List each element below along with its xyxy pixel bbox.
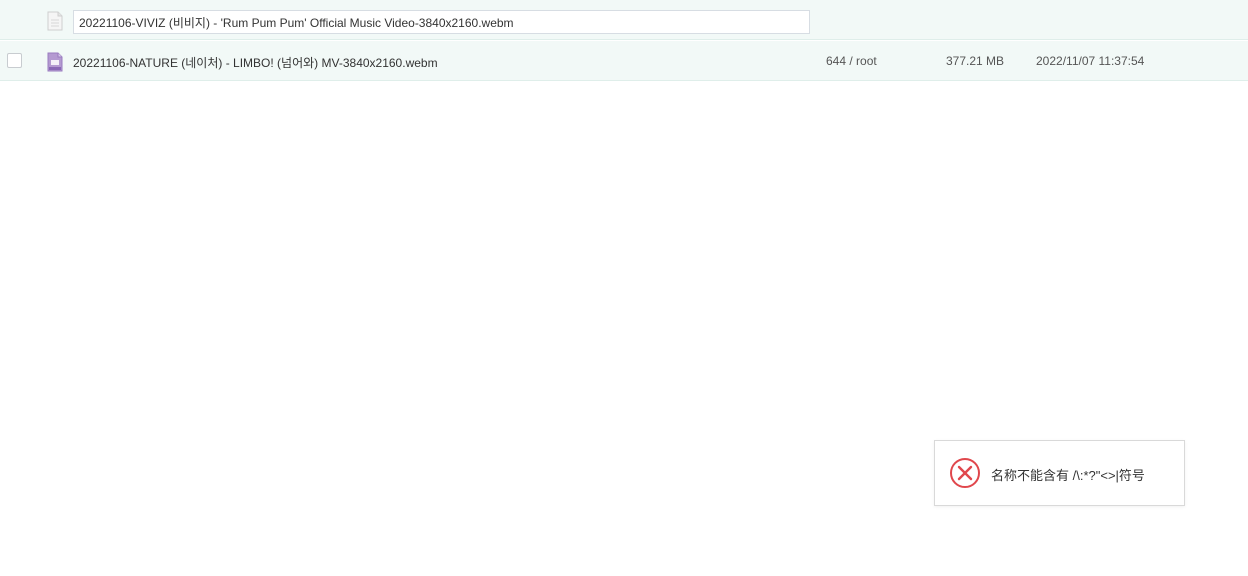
rename-row xyxy=(0,0,1248,40)
file-name[interactable]: 20221106-NATURE (네이처) - LIMBO! (넘어와) MV-… xyxy=(73,54,438,71)
file-size: 377.21 MB xyxy=(946,54,1005,68)
error-toast: 名称不能含有 /\:*?"<>|符号 xyxy=(934,440,1185,506)
toast-message: 名称不能含有 /\:*?"<>|符号 xyxy=(991,468,1145,483)
file-modified-time: 2022/11/07 11:37:54 xyxy=(1036,54,1145,68)
file-manager-page: 20221106-NATURE (네이처) - LIMBO! (넘어와) MV-… xyxy=(0,0,1248,576)
row-checkbox[interactable] xyxy=(7,53,22,68)
document-icon xyxy=(47,11,63,31)
error-circle-icon xyxy=(950,458,980,488)
video-file-icon xyxy=(47,52,63,72)
rename-input[interactable] xyxy=(73,10,810,34)
file-permission[interactable]: 644 / root xyxy=(826,54,877,68)
file-row[interactable]: 20221106-NATURE (네이처) - LIMBO! (넘어와) MV-… xyxy=(0,41,1248,81)
